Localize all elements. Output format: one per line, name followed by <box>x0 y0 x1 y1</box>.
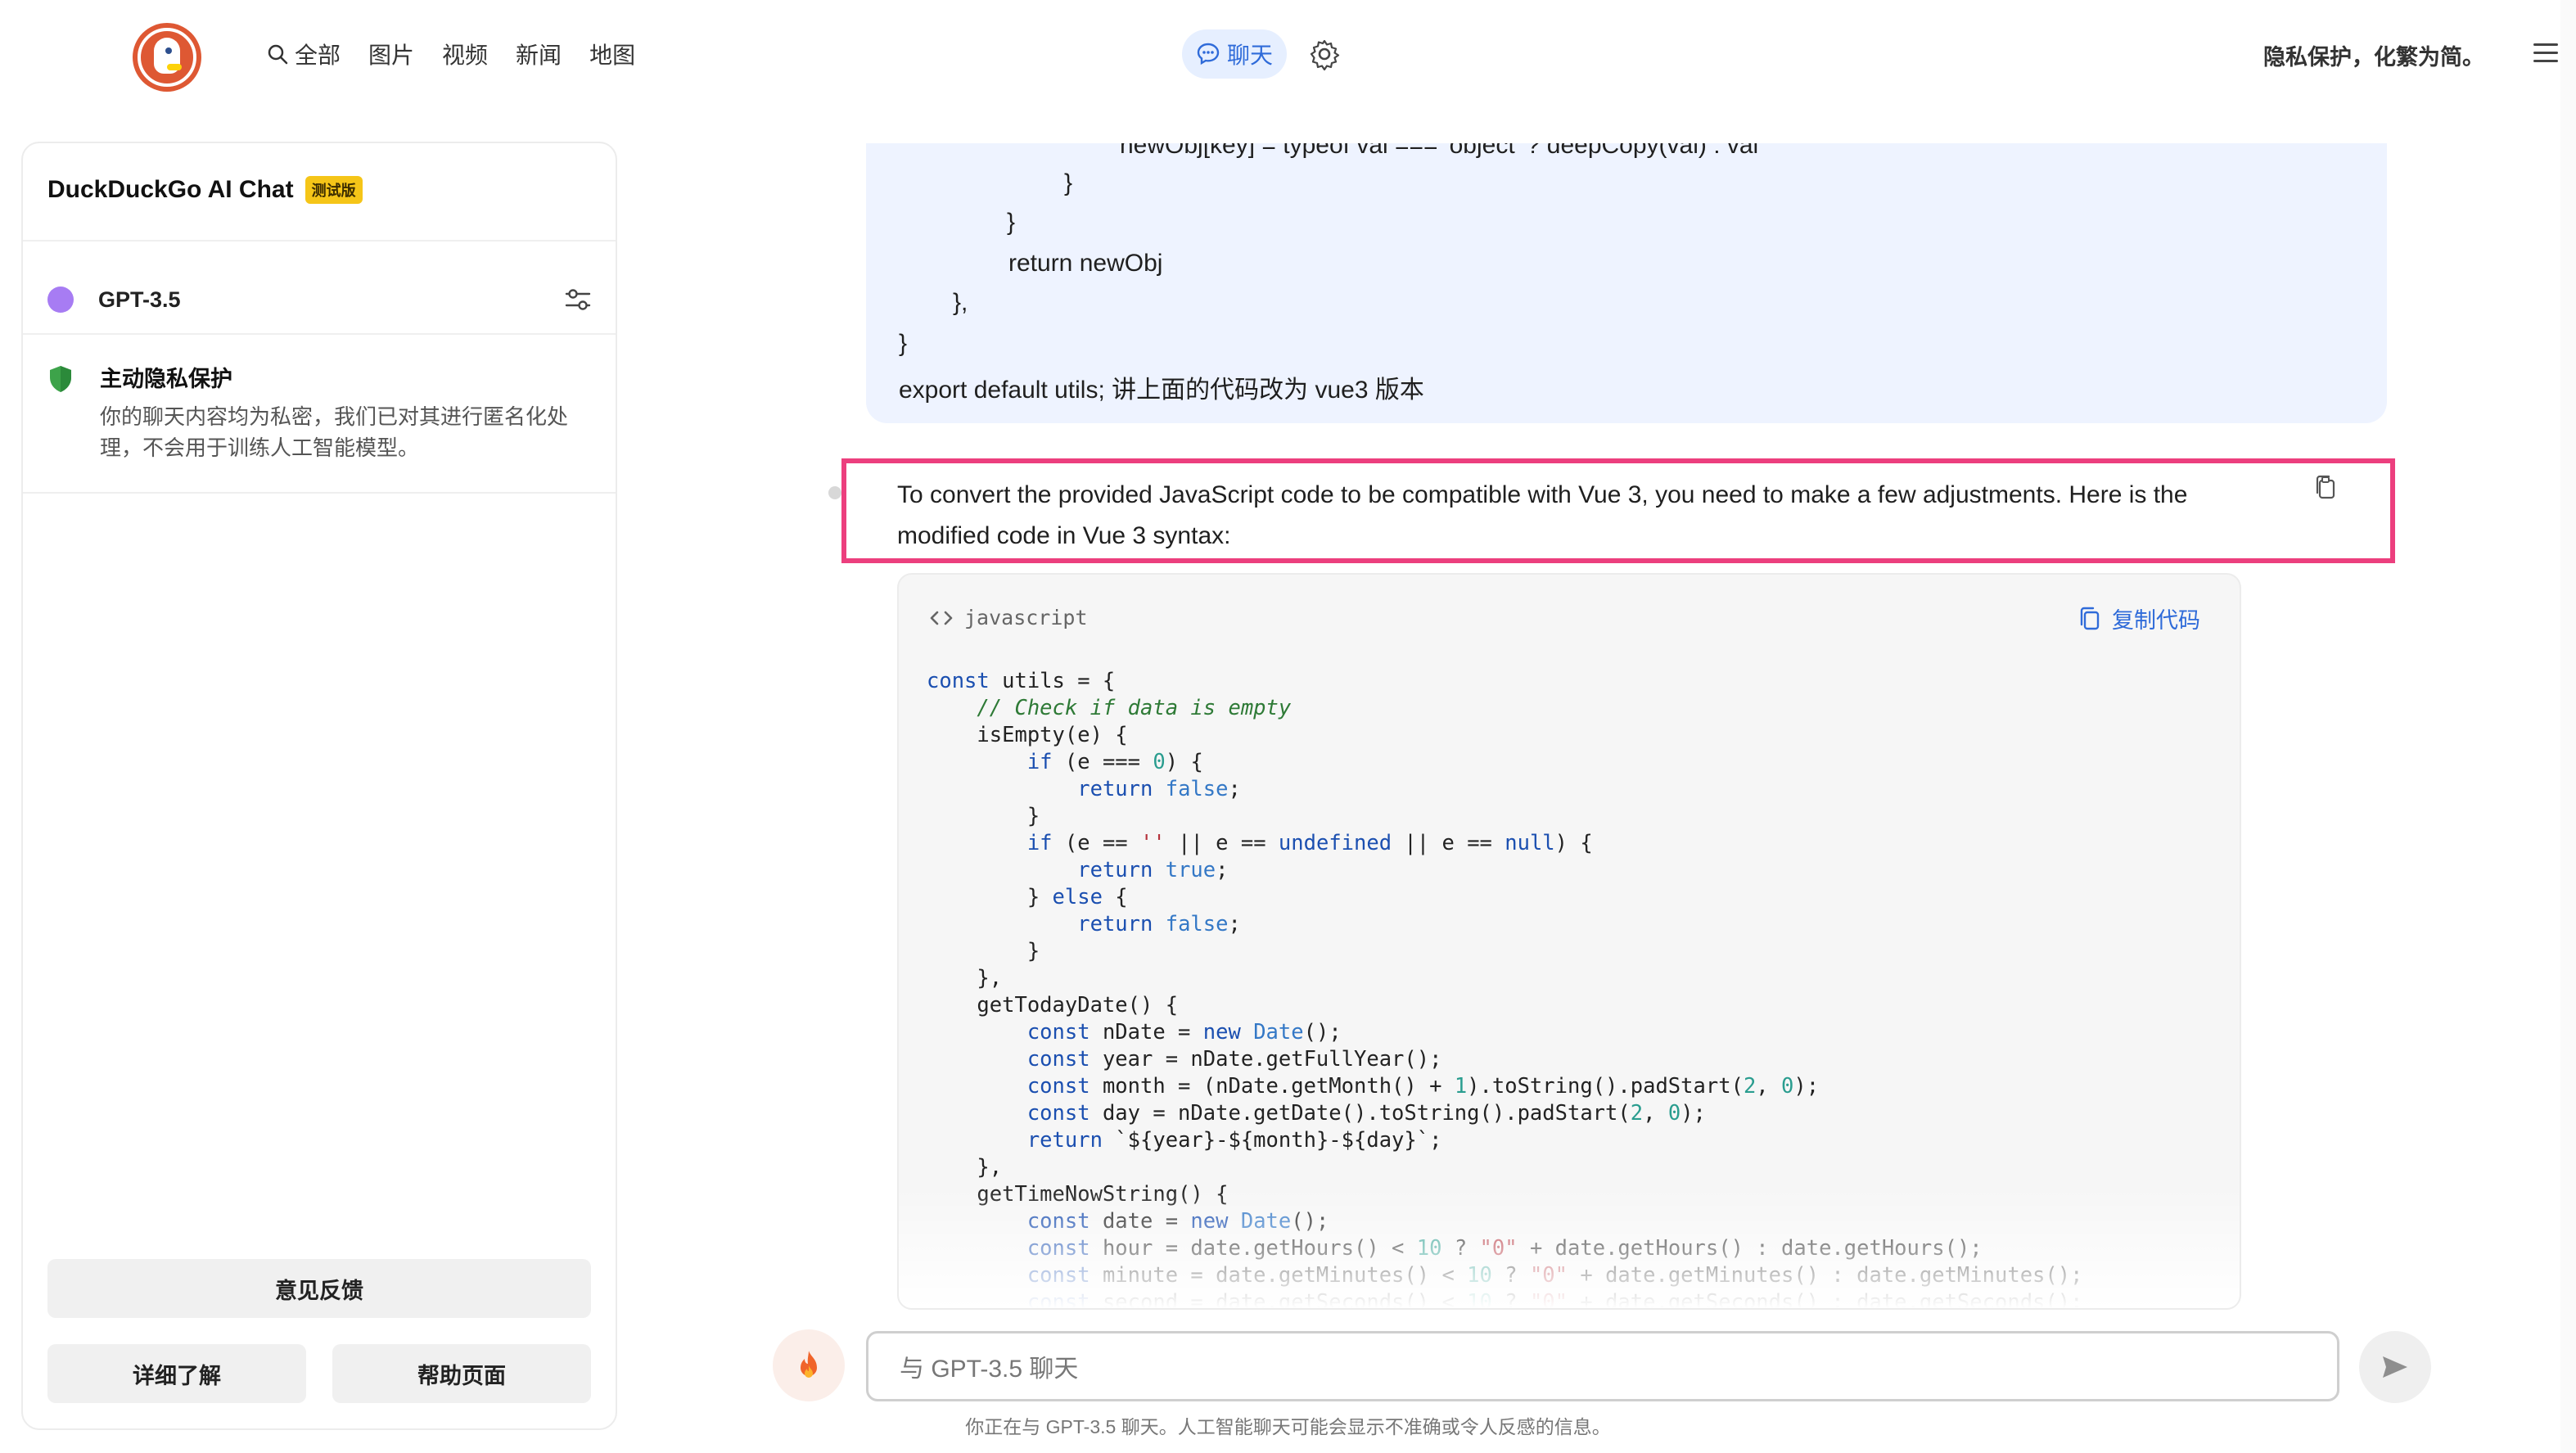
shield-icon <box>50 366 71 392</box>
privacy-info: 主动隐私保护 你的聊天内容均为私密，我们已对其进行匿名化处理，不会用于训练人工智… <box>47 361 596 463</box>
message-line: export default utils; 讲上面的代码改为 vue3 版本 <box>899 377 1424 404</box>
highlight-box <box>841 458 2395 563</box>
code-language-label: javascript <box>964 606 1088 629</box>
learn-more-button[interactable]: 详细了解 <box>47 1344 306 1403</box>
nav-item-all[interactable]: 全部 <box>267 38 341 70</box>
message-line: } <box>1007 209 1016 236</box>
nav-item-news[interactable]: 新闻 <box>516 38 562 70</box>
user-message: newObj[key] = typeof val === 'object' ? … <box>866 143 2387 423</box>
duckduckgo-logo[interactable] <box>133 23 201 92</box>
search-icon <box>268 44 288 65</box>
message-line: }, <box>953 289 968 316</box>
code-language: javascript <box>930 606 1088 629</box>
nav-label: 图片 <box>368 43 415 68</box>
disclaimer-text: 你正在与 GPT-3.5 聊天。人工智能聊天可能会显示不准确或令人反感的信息。 <box>965 1416 1611 1437</box>
chat-input-placeholder: 与 GPT-3.5 聊天 <box>900 1356 1079 1383</box>
message-line: newObj[key] = typeof val === 'object' ? … <box>1120 143 1759 159</box>
message-line: } <box>899 330 908 357</box>
hamburger-menu-icon[interactable] <box>2533 43 2558 64</box>
tab-chat-label: 聊天 <box>1226 43 1273 68</box>
code-fade-overlay <box>899 1185 2240 1308</box>
help-page-button[interactable]: 帮助页面 <box>332 1344 591 1403</box>
tab-chat[interactable]: 聊天 <box>1182 29 1287 79</box>
sidebar-title: DuckDuckGo AI Chat 测试版 <box>47 176 363 204</box>
copy-code-label: 复制代码 <box>2112 608 2200 633</box>
privacy-description: 你的聊天内容均为私密，我们已对其进行匿名化处理，不会用于训练人工智能模型。 <box>100 404 569 460</box>
search-nav: 全部 图片 视频 新闻 地图 <box>267 36 635 72</box>
message-line: } <box>1064 169 1073 196</box>
send-icon <box>2383 1356 2407 1378</box>
code-brackets-icon <box>930 611 953 625</box>
message-line: return newObj <box>1008 250 1163 277</box>
gear-icon[interactable] <box>1308 38 1341 70</box>
nav-label: 全部 <box>295 43 341 68</box>
code-block: javascript 复制代码 const utils = { // Check… <box>897 573 2241 1310</box>
model-selector[interactable]: GPT-3.5 <box>47 273 593 327</box>
copy-code-button[interactable]: 复制代码 <box>2077 602 2200 634</box>
sidebar: DuckDuckGo AI Chat 测试版 GPT-3.5 主动隐私保护 你的… <box>21 142 617 1430</box>
privacy-title: 主动隐私保护 <box>100 367 232 391</box>
nav-label: 地图 <box>589 43 636 68</box>
nav-item-videos[interactable]: 视频 <box>442 38 488 70</box>
divider <box>23 492 616 494</box>
divider <box>23 333 616 335</box>
app-title: DuckDuckGo AI Chat <box>47 176 294 203</box>
model-color-dot <box>47 287 74 313</box>
chat-input[interactable]: 与 GPT-3.5 聊天 <box>866 1331 2339 1401</box>
beta-badge: 测试版 <box>305 176 363 204</box>
assistant-indicator-dot <box>828 486 841 499</box>
top-bar: 全部 图片 视频 新闻 地图 聊天 隐私保护，化繁为简。 <box>0 0 2576 115</box>
feedback-button[interactable]: 意见反馈 <box>47 1259 591 1318</box>
privacy-slogan: 隐私保护，化繁为简。 <box>2263 45 2484 70</box>
chat-bubble-icon <box>1197 43 1220 65</box>
divider <box>23 240 616 241</box>
nav-label: 视频 <box>442 43 489 68</box>
nav-item-images[interactable]: 图片 <box>368 38 414 70</box>
clear-chat-button[interactable] <box>773 1329 845 1401</box>
nav-label: 新闻 <box>516 43 562 68</box>
scrollbar[interactable] <box>2560 0 2576 1453</box>
fire-icon <box>801 1351 817 1378</box>
model-name: GPT-3.5 <box>98 287 181 312</box>
nav-item-maps[interactable]: 地图 <box>589 38 635 70</box>
copy-icon <box>2080 607 2100 629</box>
send-button[interactable] <box>2359 1331 2431 1403</box>
model-settings-icon[interactable] <box>563 285 593 314</box>
